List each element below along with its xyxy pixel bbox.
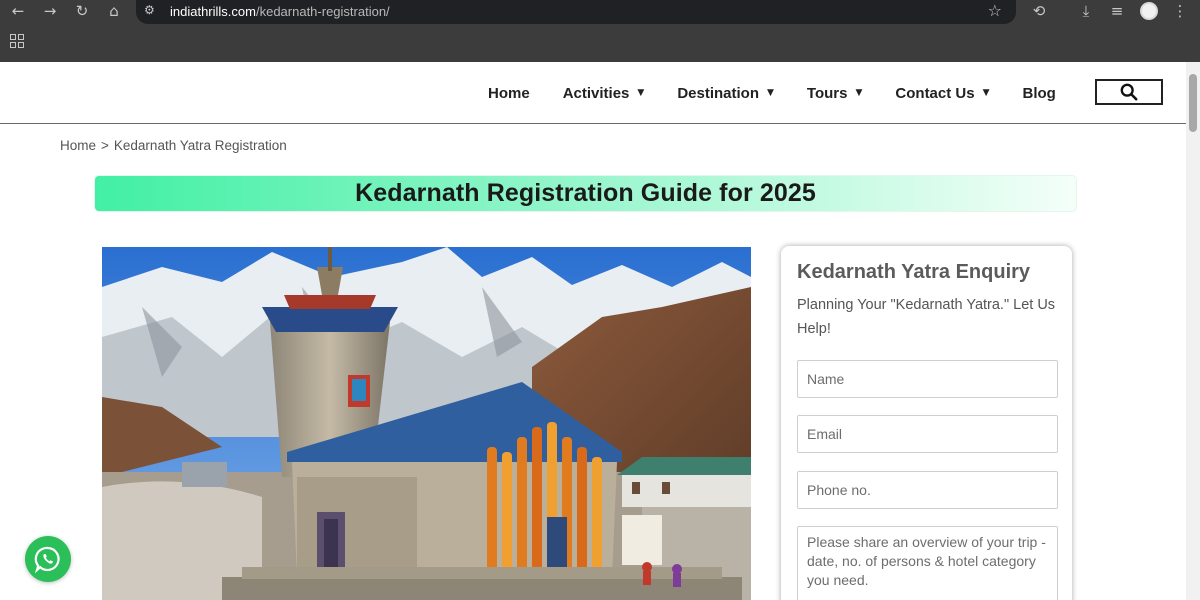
breadcrumb-home-link[interactable]: Home (60, 138, 96, 153)
chevron-down-icon: ▼ (637, 88, 645, 98)
search-button[interactable] (1095, 79, 1163, 105)
download-icon[interactable]: ⤓ (1072, 0, 1100, 22)
nav-label: Tours (806, 84, 848, 102)
url-text[interactable]: indiathrills.com/kedarnath-registration/ (170, 4, 390, 19)
enquiry-subtitle: Planning Your "Kedarnath Yatra." Let Us … (797, 297, 1056, 337)
chevron-down-icon: ▼ (982, 88, 990, 98)
name-field[interactable] (797, 360, 1058, 398)
trip-overview-field[interactable] (797, 526, 1058, 600)
scrollbar-thumb[interactable] (1189, 74, 1197, 132)
nav-item-blog[interactable]: Blog (1023, 85, 1056, 102)
main-nav: Home Activities ▼ Destination ▼ Tours ▼ Con… (488, 62, 1089, 124)
nav-item-home[interactable]: Home (488, 85, 530, 102)
breadcrumb-current: Kedarnath Yatra Registration (113, 138, 287, 153)
phone-field[interactable] (797, 471, 1058, 509)
nav-label: Contact Us (895, 84, 975, 102)
whatsapp-icon (34, 546, 60, 573)
whatsapp-button[interactable] (25, 536, 71, 582)
kedarnath-temple-photo (102, 247, 751, 600)
title-banner: Kedarnath Registration Guide for 2025 (94, 175, 1077, 212)
enquiry-title: Kedarnath Yatra Enquiry (797, 261, 1031, 283)
history-icon[interactable]: ⟲ (1025, 0, 1053, 22)
nav-label: Activities (562, 84, 630, 102)
url-host: indiathrills.com (170, 4, 256, 19)
nav-item-activities[interactable]: Activities ▼ (563, 85, 645, 102)
menu-icon[interactable]: ⋮ (1166, 0, 1194, 22)
profile-avatar[interactable] (1140, 2, 1158, 20)
web-page: Home Activities ▼ Destination ▼ Tours ▼ Con… (0, 62, 1186, 600)
bookmark-star-icon[interactable]: ☆ (988, 1, 1002, 20)
url-path: /kedarnath-registration/ (255, 4, 390, 19)
nav-label: Destination (677, 84, 759, 102)
email-field[interactable] (797, 415, 1058, 453)
chevron-down-icon: ▼ (855, 88, 863, 98)
enquiry-form: Kedarnath Yatra Enquiry Planning Your "K… (781, 246, 1072, 600)
site-header: Home Activities ▼ Destination ▼ Tours ▼ Con… (0, 62, 1186, 124)
search-icon (1120, 83, 1138, 101)
forward-icon[interactable]: → (36, 0, 64, 22)
chevron-down-icon: ▼ (767, 88, 774, 98)
nav-item-destination[interactable]: Destination ▼ (677, 85, 774, 102)
page-title: Kedarnath Registration Guide for 2025 (355, 179, 816, 207)
nav-label: Home (488, 84, 530, 102)
reading-list-icon[interactable]: ≡ (1103, 0, 1131, 22)
apps-icon[interactable] (10, 34, 24, 48)
home-icon[interactable]: ⌂ (100, 0, 128, 22)
page-scrollbar[interactable] (1186, 62, 1200, 600)
reload-icon[interactable]: ↻ (68, 0, 96, 22)
breadcrumb-separator: > (101, 138, 109, 153)
address-bar[interactable]: ⚙ indiathrills.com/kedarnath-registratio… (136, 0, 1016, 24)
breadcrumb: Home > Kedarnath Yatra Registration (60, 138, 287, 153)
nav-item-contact-us[interactable]: Contact Us ▼ (895, 85, 989, 102)
site-settings-icon[interactable]: ⚙ (144, 3, 155, 17)
browser-chrome: ← → ↻ ⌂ ⚙ indiathrills.com/kedarnath-reg… (0, 0, 1200, 62)
nav-item-tours[interactable]: Tours ▼ (807, 85, 862, 102)
back-icon[interactable]: ← (4, 0, 32, 22)
hero-illustration (102, 247, 751, 600)
nav-label: Blog (1022, 84, 1056, 102)
